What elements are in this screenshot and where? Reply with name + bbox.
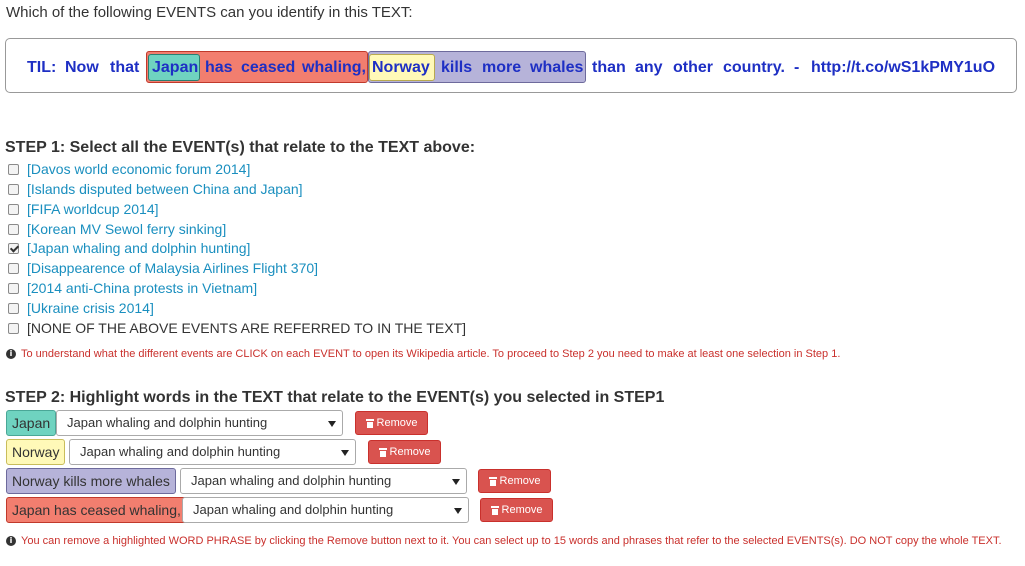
event-select[interactable]: Japan whaling and dolphin hunting <box>182 497 469 523</box>
event-select-value: Japan whaling and dolphin hunting <box>191 473 392 488</box>
event-option-none[interactable]: [NONE OF THE ABOVE EVENTS ARE REFERRED T… <box>8 319 466 337</box>
text-token[interactable]: whales <box>530 59 583 77</box>
text-token[interactable]: any <box>635 59 663 77</box>
event-option[interactable]: [Japan whaling and dolphin hunting] <box>8 239 250 257</box>
step2-title: STEP 2: Highlight words in the TEXT that… <box>5 389 665 406</box>
event-link[interactable]: 2014 anti-China protests in Vietnam <box>31 280 253 296</box>
event-checkbox[interactable] <box>8 262 19 274</box>
step2-note-text: You can remove a highlighted WORD PHRASE… <box>21 535 1002 547</box>
text-token[interactable]: Norway <box>372 59 430 77</box>
event-link[interactable]: Ukraine crisis 2014 <box>31 300 150 316</box>
event-option[interactable]: [Davos world economic forum 2014] <box>8 160 250 178</box>
text-token[interactable]: Now <box>65 59 99 77</box>
event-link[interactable]: FIFA worldcup 2014 <box>31 201 155 217</box>
caret-down-icon <box>341 450 349 456</box>
event-select-value: Japan whaling and dolphin hunting <box>80 444 281 459</box>
text-token[interactable]: country. <box>723 59 785 77</box>
highlight-tag: Japan <box>6 410 57 436</box>
event-checkbox[interactable] <box>8 322 19 334</box>
event-select[interactable]: Japan whaling and dolphin hunting <box>56 410 343 436</box>
event-none-label: NONE OF THE ABOVE EVENTS ARE REFERRED TO… <box>30 320 463 336</box>
question-text: Which of the following EVENTS can you id… <box>6 4 413 21</box>
text-token[interactable]: that <box>110 59 139 77</box>
caret-down-icon <box>328 421 336 427</box>
trash-icon <box>378 447 387 457</box>
text-token[interactable]: has <box>205 59 233 77</box>
remove-button[interactable]: Remove <box>478 469 551 493</box>
text-token[interactable]: kills <box>441 59 472 77</box>
text-token[interactable]: TIL: <box>27 59 56 77</box>
text-token[interactable]: - <box>794 59 799 77</box>
highlight-tag: Norway <box>6 439 66 465</box>
event-checkbox[interactable] <box>8 282 19 294</box>
event-option[interactable]: [2014 anti-China protests in Vietnam] <box>8 279 257 297</box>
text-token[interactable]: Japan <box>152 59 198 77</box>
event-option[interactable]: [Disappearence of Malaysia Airlines Flig… <box>8 259 318 277</box>
event-option[interactable]: [Islands disputed between China and Japa… <box>8 180 303 198</box>
trash-icon <box>490 505 499 515</box>
highlight-tag: Norway kills more whales <box>6 468 176 494</box>
step2-note: i You can remove a highlighted WORD PHRA… <box>6 534 1021 549</box>
trash-icon <box>365 418 374 428</box>
event-select-value: Japan whaling and dolphin hunting <box>67 415 268 430</box>
event-link[interactable]: Korean MV Sewol ferry sinking <box>31 221 222 237</box>
text-token[interactable]: ceased <box>241 59 295 77</box>
caret-down-icon <box>452 479 460 485</box>
event-link[interactable]: Japan whaling and dolphin hunting <box>31 240 247 256</box>
text-token[interactable]: than <box>592 59 626 77</box>
step1-note: i To understand what the different event… <box>6 347 840 362</box>
event-checkbox[interactable] <box>8 183 19 195</box>
step1-note-text: To understand what the different events … <box>21 348 841 360</box>
remove-button[interactable]: Remove <box>355 411 428 435</box>
event-option[interactable]: [FIFA worldcup 2014] <box>8 200 159 218</box>
info-circle-icon: i <box>6 349 16 359</box>
event-checkbox-checked[interactable] <box>8 242 19 254</box>
tweet-text-box: TIL: Now that Japan has ceased whaling, … <box>5 38 1017 93</box>
event-select[interactable]: Japan whaling and dolphin hunting <box>69 439 356 465</box>
remove-button[interactable]: Remove <box>480 498 553 522</box>
event-select-value: Japan whaling and dolphin hunting <box>193 502 394 517</box>
event-link[interactable]: Disappearence of Malaysia Airlines Fligh… <box>31 260 314 276</box>
caret-down-icon <box>454 508 462 514</box>
remove-button[interactable]: Remove <box>368 440 441 464</box>
event-link[interactable]: Islands disputed between China and Japan <box>31 181 299 197</box>
highlight-tag: Japan has ceased whaling, <box>6 497 187 523</box>
event-checkbox[interactable] <box>8 302 19 314</box>
event-checkbox[interactable] <box>8 203 19 215</box>
event-select[interactable]: Japan whaling and dolphin hunting <box>180 468 467 494</box>
text-token[interactable]: http://t.co/wS1kPMY1uO <box>811 59 995 77</box>
event-checkbox[interactable] <box>8 223 19 235</box>
event-checkbox[interactable] <box>8 163 19 175</box>
text-token[interactable]: more <box>482 59 521 77</box>
event-option[interactable]: [Ukraine crisis 2014] <box>8 299 154 317</box>
event-option[interactable]: [Korean MV Sewol ferry sinking] <box>8 220 226 238</box>
info-circle-icon: i <box>6 536 16 546</box>
step1-title: STEP 1: Select all the EVENT(s) that rel… <box>5 139 476 156</box>
trash-icon <box>488 476 497 486</box>
event-link[interactable]: Davos world economic forum 2014 <box>31 161 247 177</box>
text-token[interactable]: whaling, <box>302 59 366 77</box>
text-token[interactable]: other <box>673 59 713 77</box>
